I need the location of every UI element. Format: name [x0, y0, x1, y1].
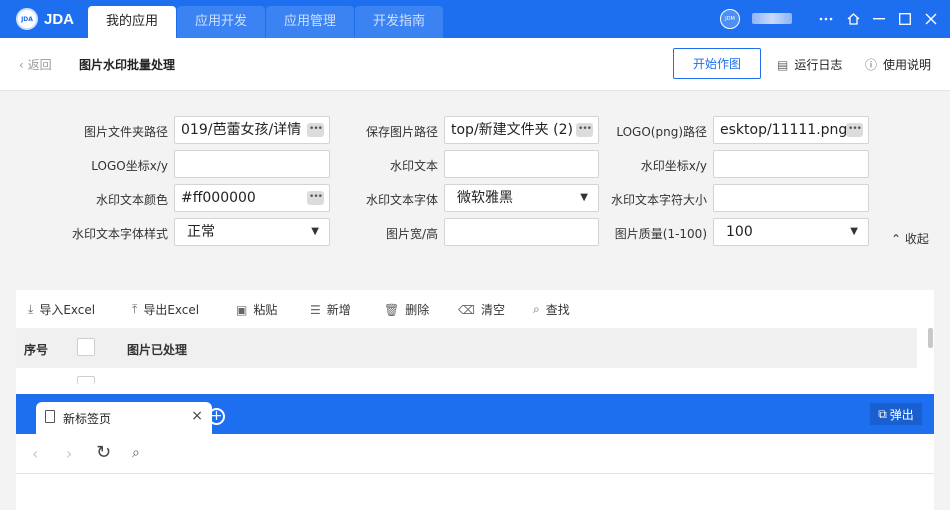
- start-button[interactable]: 开始作图: [673, 48, 761, 79]
- search-label: 查找: [545, 303, 570, 317]
- data-panel: ⤓ 导入Excel ⤒ 导出Excel ▣ 粘贴 ☰ 新增 🗑 删除 ⌫ 清空 …: [16, 290, 934, 395]
- back-button[interactable]: ‹ 返回: [19, 56, 52, 73]
- label-save-path: 保存图片路径: [365, 125, 438, 139]
- back-label: 返回: [27, 58, 52, 72]
- table-header: 序号 图片已处理: [16, 328, 917, 368]
- label-logo-xy: LOGO坐标x/y: [91, 159, 168, 173]
- browser-tab[interactable]: 新标签页 ×: [36, 402, 212, 434]
- add-button[interactable]: ☰ 新增: [310, 301, 351, 318]
- chevron-up-icon: ⌃: [891, 232, 902, 246]
- username-redacted[interactable]: [752, 13, 792, 24]
- logo-path-value: esktop/11111.png: [720, 122, 848, 138]
- help-link[interactable]: ⓘ 使用说明: [865, 56, 931, 73]
- page-header: ‹ 返回 图片水印批量处理 开始作图 ▤ 运行日志 ⓘ 使用说明: [0, 38, 950, 91]
- embedded-browser: 新标签页 × + ⧉ 弹出 ‹ › ↻ ⌕: [16, 394, 934, 510]
- refresh-icon[interactable]: ↻: [96, 442, 111, 463]
- search-icon[interactable]: ⌕: [132, 445, 140, 461]
- search-icon: ⌕: [533, 302, 540, 316]
- chevron-left-icon: ‹: [19, 58, 24, 72]
- popout-label: 弹出: [889, 407, 914, 422]
- tab-app-dev[interactable]: 应用开发: [177, 6, 265, 38]
- label-text-size: 水印文本字符大小: [610, 193, 707, 207]
- clear-label: 清空: [480, 303, 505, 317]
- forward-arrow-icon[interactable]: ›: [66, 444, 72, 463]
- run-log-label: 运行日志: [794, 58, 843, 72]
- logo-text: JDA: [44, 10, 75, 28]
- logo-path-field[interactable]: esktop/11111.png •••: [713, 116, 869, 144]
- select-all-checkbox[interactable]: [77, 338, 95, 356]
- app-logo: JDA JDA: [16, 8, 74, 30]
- label-text-font: 水印文本字体: [365, 193, 438, 207]
- row-checkbox[interactable]: [77, 376, 95, 384]
- watermark-xy-field[interactable]: [713, 150, 869, 178]
- tab-dev-guide[interactable]: 开发指南: [355, 6, 443, 38]
- import-icon: ⤓: [28, 302, 34, 316]
- add-row-icon: ☰: [310, 302, 321, 317]
- home-icon[interactable]: [842, 8, 864, 30]
- paste-button[interactable]: ▣ 粘贴: [236, 301, 277, 318]
- delete-label: 删除: [405, 303, 430, 317]
- label-watermark-text: 水印文本: [389, 159, 438, 173]
- image-quality-value: 100: [726, 224, 753, 240]
- label-logo-path: LOGO(png)路径: [616, 125, 707, 139]
- log-icon: ▤: [777, 57, 789, 72]
- label-text-color: 水印文本颜色: [95, 193, 168, 207]
- add-label: 新增: [326, 303, 351, 317]
- export-excel-label: 导出Excel: [143, 303, 200, 317]
- settings-form: 图片文件夹路径 019/芭蕾女孩/详情 ••• 保存图片路径 top/新建文件夹…: [0, 92, 950, 278]
- help-label: 使用说明: [883, 58, 932, 72]
- label-image-size: 图片宽/高: [385, 227, 438, 241]
- more-icon[interactable]: [815, 8, 837, 30]
- vertical-scrollbar[interactable]: [928, 328, 933, 348]
- logo-badge: JDA: [16, 8, 38, 30]
- browser-tab-title: 新标签页: [63, 412, 112, 426]
- collapse-toggle[interactable]: ⌃ 收起: [891, 230, 929, 247]
- label-image-quality: 图片质量(1-100): [614, 227, 707, 241]
- column-processed: 图片已处理: [127, 343, 188, 357]
- browse-icon[interactable]: •••: [846, 123, 863, 137]
- text-size-field[interactable]: [713, 184, 869, 212]
- collapse-label: 收起: [904, 232, 929, 246]
- info-icon: ⓘ: [865, 58, 878, 72]
- font-style-value: 正常: [187, 224, 215, 240]
- title-bar: JDA JDA 我的应用 应用开发 应用管理 开发指南 JDM: [0, 0, 950, 38]
- browser-nav-bar: ‹ › ↻ ⌕: [16, 434, 934, 474]
- page-title: 图片水印批量处理: [79, 58, 176, 72]
- text-color-value: #ff000000: [181, 190, 256, 206]
- paste-icon: ▣: [236, 302, 248, 317]
- import-excel-label: 导入Excel: [39, 303, 96, 317]
- label-font-style: 水印文本字体样式: [71, 227, 168, 241]
- back-arrow-icon[interactable]: ‹: [32, 444, 38, 463]
- toolbar: ⤓ 导入Excel ⤒ 导出Excel ▣ 粘贴 ☰ 新增 🗑 删除 ⌫ 清空 …: [16, 290, 934, 328]
- popout-button[interactable]: ⧉ 弹出: [870, 403, 922, 425]
- maximize-icon[interactable]: [894, 8, 916, 30]
- minimize-icon[interactable]: [868, 8, 890, 30]
- export-icon: ⤒: [132, 302, 138, 316]
- delete-button[interactable]: 🗑 删除: [384, 301, 429, 318]
- text-font-value: 微软雅黑: [457, 190, 513, 206]
- clear-button[interactable]: ⌫ 清空: [458, 301, 505, 318]
- paste-label: 粘贴: [253, 303, 278, 317]
- search-button[interactable]: ⌕ 查找: [533, 301, 570, 318]
- page-icon: [45, 410, 55, 423]
- caret-down-icon: ▼: [850, 226, 858, 237]
- label-image-folder: 图片文件夹路径: [83, 125, 168, 139]
- tab-my-apps[interactable]: 我的应用: [88, 6, 176, 38]
- column-index: 序号: [24, 343, 49, 357]
- tab-app-manage[interactable]: 应用管理: [266, 6, 354, 38]
- browser-tab-bar: 新标签页 × + ⧉ 弹出: [16, 394, 934, 434]
- avatar[interactable]: JDM: [720, 9, 740, 29]
- label-watermark-xy: 水印坐标x/y: [640, 159, 707, 173]
- close-icon[interactable]: [920, 8, 942, 30]
- trash-icon: 🗑: [384, 302, 400, 317]
- eraser-icon: ⌫: [458, 302, 475, 317]
- external-link-icon: ⧉: [878, 406, 887, 421]
- close-tab-icon[interactable]: ×: [191, 408, 203, 424]
- import-excel-button[interactable]: ⤓ 导入Excel: [28, 301, 95, 318]
- new-tab-icon[interactable]: +: [208, 408, 225, 425]
- run-log-link[interactable]: ▤ 运行日志: [777, 56, 842, 73]
- export-excel-button[interactable]: ⤒ 导出Excel: [132, 301, 199, 318]
- image-quality-select[interactable]: 100 ▼: [713, 218, 869, 246]
